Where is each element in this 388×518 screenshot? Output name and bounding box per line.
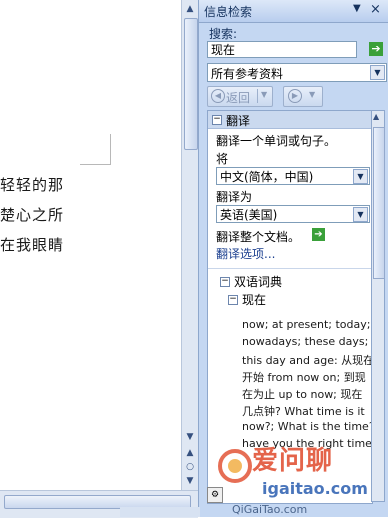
pane-title-bar: 信息检索 ▼ × xyxy=(199,0,388,23)
definition-line: 开始 from now on; 到现 xyxy=(242,371,366,384)
translation-section-header[interactable]: − 翻译 xyxy=(208,111,372,129)
forward-arrow-icon: ▶ xyxy=(288,89,302,103)
page-margin-marker xyxy=(110,134,111,165)
watermark-logo xyxy=(215,446,255,489)
from-language-label: 将 xyxy=(216,152,229,166)
from-language-select[interactable]: 中文(简体，中国) ▼ xyxy=(216,167,370,185)
close-icon[interactable]: × xyxy=(370,2,381,17)
collapse-icon[interactable]: − xyxy=(212,115,222,125)
definition-line: now; at present; today; xyxy=(242,318,371,331)
scroll-up-icon[interactable]: ▲ xyxy=(373,112,379,121)
to-language-select[interactable]: 英语(美国) ▼ xyxy=(216,205,370,223)
search-input[interactable] xyxy=(207,41,357,58)
scrollbar-thumb[interactable] xyxy=(184,18,198,150)
scrollbar-thumb[interactable] xyxy=(373,127,385,279)
back-label: 返回 xyxy=(226,91,251,105)
chevron-down-icon[interactable]: ▼ xyxy=(261,90,267,99)
chevron-down-icon[interactable]: ▼ xyxy=(309,90,315,99)
document-text-line: 楚心之所 xyxy=(0,206,65,224)
chevron-down-icon[interactable]: ▼ xyxy=(370,65,385,80)
document-text-line: 轻轻的那 xyxy=(0,176,65,194)
definition-line: this day and age: 从现在 xyxy=(242,354,373,367)
watermark-url: QiGaiTao.com xyxy=(232,503,308,516)
pane-menu-icon[interactable]: ▼ xyxy=(353,3,361,14)
translate-document-text: 翻译整个文档。 xyxy=(216,230,301,244)
divider xyxy=(257,89,258,103)
definition-line: now?; What is the time?; xyxy=(242,420,373,433)
research-options-icon[interactable]: ⚙ xyxy=(207,487,223,503)
results-scrollbar[interactable]: ▲ xyxy=(371,110,385,502)
collapse-icon[interactable]: − xyxy=(228,295,238,305)
status-bar xyxy=(120,507,200,517)
divider xyxy=(208,268,372,269)
back-arrow-icon: ◀ xyxy=(211,89,225,103)
collapse-icon[interactable]: − xyxy=(220,277,230,287)
chevron-down-icon[interactable]: ▼ xyxy=(353,169,368,184)
pane-title: 信息检索 xyxy=(204,5,253,19)
definition-line: 在为止 up to now; 现在 xyxy=(242,388,363,401)
document-vertical-scrollbar[interactable]: ▲ ▼ ▲ ○ ▼ xyxy=(181,0,199,490)
translate-prompt: 翻译一个单词或句子。 xyxy=(216,134,337,148)
translation-options-link[interactable]: 翻译选项... xyxy=(216,245,275,262)
scroll-up-icon[interactable]: ▲ xyxy=(184,2,196,16)
scroll-down-icon[interactable]: ▼ xyxy=(184,430,196,444)
reference-source-value: 所有参考资料 xyxy=(211,67,284,81)
previous-page-icon[interactable]: ▲ xyxy=(184,446,196,460)
page-margin-marker xyxy=(80,164,110,165)
browse-object-icon[interactable]: ○ xyxy=(184,460,196,474)
search-go-icon[interactable]: ➔ xyxy=(369,42,383,56)
reference-source-select[interactable]: 所有参考资料 ▼ xyxy=(207,63,387,82)
definition-line: 几点钟? What time is it xyxy=(242,405,365,418)
watermark-brand: 爱问聊 xyxy=(252,446,334,476)
from-language-value: 中文(简体，中国) xyxy=(220,170,314,184)
definition-line: nowadays; these days; xyxy=(242,335,369,348)
back-button[interactable]: ◀ 返回 ▼ xyxy=(207,86,273,107)
search-label: 搜索: xyxy=(209,27,238,41)
to-language-value: 英语(美国) xyxy=(220,208,278,222)
dictionary-entry: 现在 xyxy=(242,293,267,307)
dictionary-title: 双语词典 xyxy=(234,275,283,289)
document-text-line: 在我眼睛 xyxy=(0,236,65,254)
chevron-down-icon[interactable]: ▼ xyxy=(353,207,368,222)
section-title: 翻译 xyxy=(226,114,251,128)
next-page-icon[interactable]: ▼ xyxy=(184,474,196,488)
forward-button[interactable]: ▶ ▼ xyxy=(283,86,323,107)
document-page[interactable]: 轻轻的那 楚心之所 在我眼睛 xyxy=(0,0,181,490)
to-language-label: 翻译为 xyxy=(216,190,253,204)
watermark-url: igaitao.com xyxy=(262,479,368,498)
translate-go-icon[interactable]: ➔ xyxy=(312,228,325,241)
